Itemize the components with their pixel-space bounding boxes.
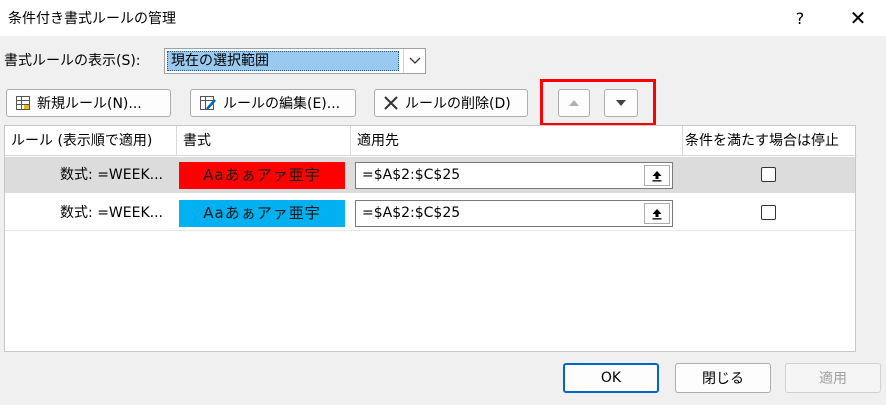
rules-table: ルール (表示順で適用) 書式 適用先 条件を満たす場合は停止 数式: =WEE… bbox=[4, 125, 857, 352]
delete-icon bbox=[383, 95, 399, 111]
edit-rule-label: ルールの編集(E)... bbox=[223, 96, 341, 112]
table-row[interactable]: 数式: =WEEK... Aaあぁアァ亜宇 =$A$2:$C$25 bbox=[5, 157, 855, 193]
edit-rule-icon bbox=[199, 95, 217, 111]
collapse-dialog-button[interactable] bbox=[644, 165, 670, 186]
collapse-dialog-button[interactable] bbox=[644, 203, 670, 224]
apply-button[interactable]: 適用 bbox=[785, 363, 881, 393]
applies-to-input[interactable]: =$A$2:$C$25 bbox=[355, 200, 673, 227]
column-header-stop-if-true[interactable]: 条件を満たす場合は停止 bbox=[683, 126, 857, 156]
column-header-rule[interactable]: ルール (表示順で適用) bbox=[5, 126, 177, 156]
close-window-button[interactable]: ✕ bbox=[838, 4, 878, 32]
title-bar: 条件付き書式ルールの管理 ? ✕ bbox=[0, 0, 886, 36]
column-header-applies-to[interactable]: 適用先 bbox=[351, 126, 683, 156]
column-header-format[interactable]: 書式 bbox=[177, 126, 351, 156]
help-icon: ? bbox=[795, 8, 805, 28]
ok-button[interactable]: OK bbox=[563, 363, 659, 393]
rule-description: 数式: =WEEK... bbox=[60, 167, 163, 183]
new-rule-label: 新規ルール(N)... bbox=[37, 96, 142, 112]
rule-description: 数式: =WEEK... bbox=[60, 205, 163, 221]
edit-rule-button[interactable]: ルールの編集(E)... bbox=[190, 89, 356, 117]
format-preview: Aaあぁアァ亜宇 bbox=[179, 162, 345, 189]
applies-to-value: =$A$2:$C$25 bbox=[362, 205, 461, 221]
row-divider bbox=[5, 230, 855, 231]
format-preview: Aaあぁアァ亜宇 bbox=[179, 200, 345, 227]
stop-if-true-checkbox[interactable] bbox=[761, 167, 776, 182]
delete-rule-label: ルールの削除(D) bbox=[405, 96, 511, 112]
show-rules-selected-value: 現在の選択範囲 bbox=[167, 51, 399, 71]
show-rules-label: 書式ルールの表示(S): bbox=[4, 53, 141, 69]
window-title: 条件付き書式ルールの管理 bbox=[8, 11, 176, 27]
collapse-icon bbox=[652, 208, 662, 219]
show-rules-dropdown[interactable]: 現在の選択範囲 bbox=[164, 48, 426, 74]
close-button[interactable]: 閉じる bbox=[675, 363, 771, 393]
table-row[interactable]: 数式: =WEEK... Aaあぁアァ亜宇 =$A$2:$C$25 bbox=[5, 195, 855, 231]
help-button[interactable]: ? bbox=[780, 4, 820, 32]
new-rule-button[interactable]: 新規ルール(N)... bbox=[6, 89, 171, 117]
new-rule-icon bbox=[15, 95, 31, 111]
applies-to-value: =$A$2:$C$25 bbox=[362, 167, 461, 183]
highlight-box bbox=[540, 79, 656, 126]
close-icon: ✕ bbox=[849, 6, 867, 30]
chevron-down-icon[interactable] bbox=[403, 49, 425, 73]
collapse-icon bbox=[652, 170, 662, 181]
delete-rule-button[interactable]: ルールの削除(D) bbox=[374, 89, 528, 117]
applies-to-input[interactable]: =$A$2:$C$25 bbox=[355, 162, 673, 189]
stop-if-true-checkbox[interactable] bbox=[761, 205, 776, 220]
